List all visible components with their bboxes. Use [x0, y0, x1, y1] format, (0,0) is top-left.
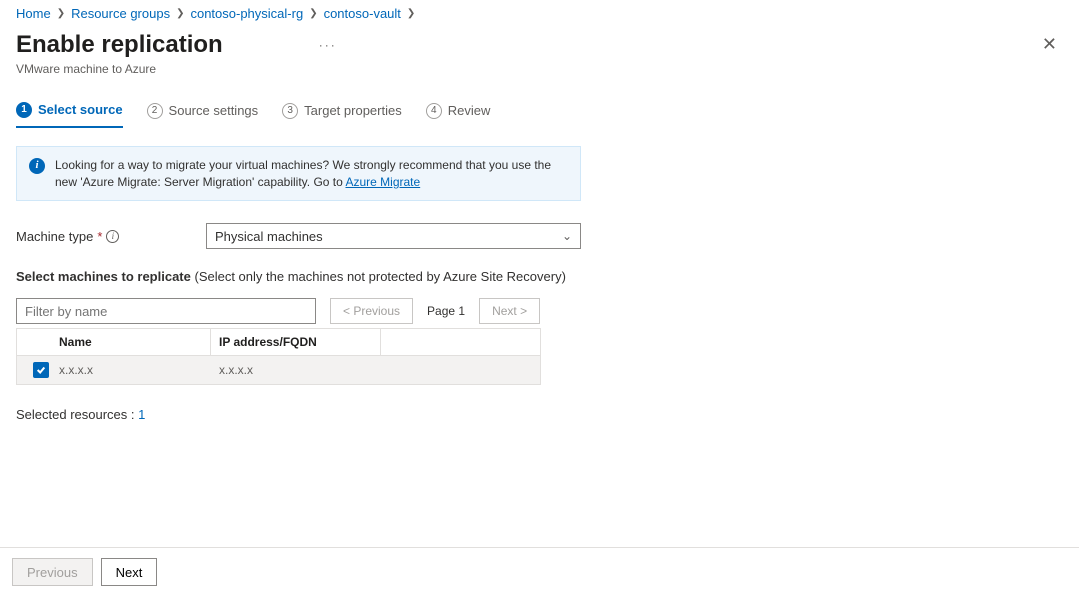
chevron-right-icon: ❯ — [57, 8, 65, 19]
footer: Previous Next — [0, 547, 1079, 596]
chevron-down-icon: ⌄ — [562, 229, 572, 243]
wizard-tabs: 1 Select source 2 Source settings 3 Targ… — [16, 102, 1063, 128]
col-name: Name — [51, 329, 211, 355]
infobox: i Looking for a way to migrate your virt… — [16, 146, 581, 202]
page-indicator: Page 1 — [427, 304, 465, 318]
tab-label: Review — [448, 103, 491, 118]
info-tooltip-icon[interactable]: i — [106, 230, 119, 243]
azure-migrate-link[interactable]: Azure Migrate — [345, 175, 420, 189]
required-icon: * — [97, 229, 102, 244]
table-row[interactable]: x.x.x.x x.x.x.x — [17, 356, 540, 384]
machine-type-label: Machine type * i — [16, 229, 206, 244]
breadcrumb: Home ❯ Resource groups ❯ contoso-physica… — [16, 0, 1063, 31]
selected-count: Selected resources : 1 — [16, 407, 581, 422]
cell-name: x.x.x.x — [51, 357, 211, 383]
breadcrumb-item[interactable]: contoso-vault — [324, 6, 401, 21]
infobox-text: Looking for a way to migrate your virtua… — [55, 157, 568, 191]
step-number-icon: 1 — [16, 102, 32, 118]
pager-next-button[interactable]: Next > — [479, 298, 540, 324]
step-number-icon: 3 — [282, 103, 298, 119]
select-machines-heading: Select machines to replicate (Select onl… — [16, 269, 581, 284]
tab-target-properties[interactable]: 3 Target properties — [282, 102, 402, 128]
select-value: Physical machines — [215, 229, 323, 244]
machines-table: Name IP address/FQDN x.x.x.x x.x.x.x — [16, 328, 541, 385]
breadcrumb-item[interactable]: contoso-physical-rg — [190, 6, 303, 21]
chevron-right-icon: ❯ — [176, 8, 184, 19]
tab-label: Target properties — [304, 103, 402, 118]
tab-label: Select source — [38, 102, 123, 117]
close-button[interactable]: ✕ — [1042, 31, 1057, 53]
pager-previous-button[interactable]: < Previous — [330, 298, 413, 324]
step-number-icon: 4 — [426, 103, 442, 119]
tab-select-source[interactable]: 1 Select source — [16, 102, 123, 128]
next-button[interactable]: Next — [101, 558, 158, 586]
tab-label: Source settings — [169, 103, 259, 118]
page-subtitle: VMware machine to Azure — [16, 62, 343, 76]
breadcrumb-item[interactable]: Resource groups — [71, 6, 170, 21]
tab-review[interactable]: 4 Review — [426, 102, 491, 128]
check-icon — [36, 365, 46, 375]
machine-type-select[interactable]: Physical machines ⌄ — [206, 223, 581, 249]
chevron-right-icon: ❯ — [309, 8, 317, 19]
row-checkbox[interactable] — [33, 362, 49, 378]
breadcrumb-item[interactable]: Home — [16, 6, 51, 21]
tab-source-settings[interactable]: 2 Source settings — [147, 102, 259, 128]
info-icon: i — [29, 158, 45, 174]
step-number-icon: 2 — [147, 103, 163, 119]
col-ip: IP address/FQDN — [211, 329, 381, 355]
more-actions-button[interactable]: ··· — [313, 32, 343, 58]
filter-input[interactable] — [16, 298, 316, 324]
cell-ip: x.x.x.x — [211, 357, 381, 383]
page-title: Enable replication — [16, 31, 223, 60]
previous-button[interactable]: Previous — [12, 558, 93, 586]
chevron-right-icon: ❯ — [407, 8, 415, 19]
